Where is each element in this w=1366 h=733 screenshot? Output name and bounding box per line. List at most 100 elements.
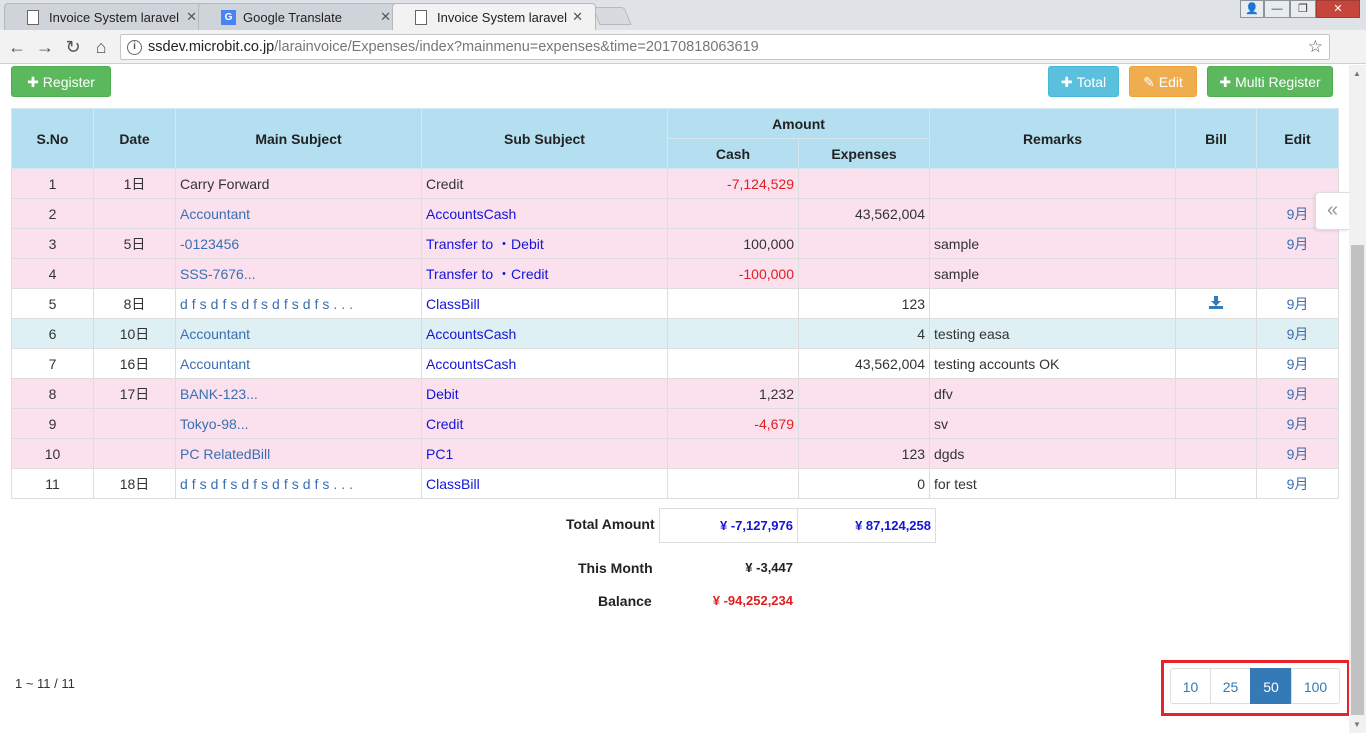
home-icon[interactable]: ⌂ [90, 36, 112, 58]
page-size-selector: 10 25 50 100 [1170, 668, 1340, 704]
forward-icon[interactable]: → [34, 36, 56, 58]
sub-subject-link[interactable]: Credit [421, 408, 668, 439]
info-icon[interactable]: i [127, 40, 142, 55]
header-sub-subject: Sub Subject [421, 108, 668, 169]
url-path: /larainvoice/Expenses/index?mainmenu=exp… [274, 39, 759, 55]
cell-cash: 1,232 [667, 378, 799, 409]
sub-subject-link[interactable]: AccountsCash [421, 348, 668, 379]
sub-subject-link[interactable]: Debit [421, 378, 668, 409]
main-subject-link[interactable]: Accountant [175, 198, 422, 229]
download-icon[interactable] [1209, 295, 1224, 309]
edit-month-link[interactable]: 9月 [1256, 408, 1340, 439]
new-tab-button[interactable] [592, 7, 632, 25]
scroll-up-icon[interactable]: ▲ [1353, 69, 1361, 78]
scroll-down-icon[interactable]: ▼ [1353, 720, 1361, 729]
total-button[interactable]: ✚ Total [1048, 66, 1119, 97]
sub-subject-link[interactable]: PC1 [421, 438, 668, 469]
cell-date: 18日 [93, 468, 176, 499]
main-subject-link[interactable]: dfsdfsdfsdfsdfs... [175, 288, 422, 319]
collapse-sidebar-button[interactable]: « [1315, 192, 1349, 230]
scrollbar-thumb[interactable] [1351, 245, 1364, 715]
edit-month-link[interactable]: 9月 [1256, 318, 1340, 349]
header-cash: Cash [667, 138, 799, 169]
cell-bill [1175, 438, 1258, 469]
main-subject-link[interactable]: dfsdfsdfsdfsdfs... [175, 468, 422, 499]
table-row: 5 8日 dfsdfsdfsdfsdfs... ClassBill 123 9月 [11, 288, 1340, 319]
edit-month-link[interactable]: 9月 [1256, 348, 1340, 379]
cell-date: 16日 [93, 348, 176, 379]
cell-expenses: 43,562,004 [797, 198, 931, 229]
edit-button[interactable]: ✎ Edit [1129, 66, 1197, 97]
cell-bill [1175, 468, 1258, 499]
edit-month-link[interactable]: 9月 [1256, 288, 1340, 319]
header-amount: Amount [666, 108, 931, 139]
cell-cash [667, 288, 799, 319]
header-sno: S.No [11, 108, 94, 169]
restore-icon[interactable]: ❐ [1290, 0, 1316, 18]
cell-bill [1175, 378, 1258, 409]
url-input[interactable]: i ssdev.microbit.co.jp/larainvoice/Expen… [120, 34, 1330, 60]
table-row: 2 Accountant AccountsCash 43,562,004 9月 [11, 198, 1340, 229]
cell-expenses: 0 [797, 468, 931, 499]
close-tab-icon[interactable]: ✕ [186, 9, 197, 25]
table-row: 1 1日 Carry Forward Credit -7,124,529 [11, 168, 1340, 199]
sub-subject-link[interactable]: Transfer to ・Debit [421, 228, 668, 259]
edit-month-link[interactable]: 9月 [1256, 378, 1340, 409]
register-button[interactable]: ✚ Register [11, 66, 111, 97]
main-subject-link[interactable]: Accountant [175, 348, 422, 379]
main-subject-link[interactable]: -0123456 [175, 228, 422, 259]
cell-expenses: 123 [797, 288, 931, 319]
sub-subject-link[interactable]: Transfer to ・Credit [421, 258, 668, 289]
browser-tab-3[interactable]: Invoice System laravel ✕ [392, 3, 596, 30]
browser-tab-2[interactable]: G Google Translate ✕ [198, 3, 404, 30]
reload-icon[interactable]: ↻ [62, 36, 84, 58]
close-tab-icon[interactable]: ✕ [572, 9, 583, 25]
page-size-50[interactable]: 50 [1250, 668, 1292, 704]
total-cash-value: ¥ -7,127,976 [659, 508, 798, 543]
multi-register-button[interactable]: ✚ Multi Register [1207, 66, 1333, 97]
cell-date [93, 438, 176, 469]
header-date: Date [93, 108, 176, 169]
page-size-10[interactable]: 10 [1170, 668, 1211, 704]
double-chevron-left-icon: « [1326, 199, 1339, 221]
cell-cash: 100,000 [667, 228, 799, 259]
page-size-25[interactable]: 25 [1210, 668, 1251, 704]
cell-cash: -4,679 [667, 408, 799, 439]
main-subject-link[interactable]: Tokyo-98... [175, 408, 422, 439]
close-tab-icon[interactable]: ✕ [380, 9, 391, 25]
sub-subject-link[interactable]: AccountsCash [421, 198, 668, 229]
sub-subject-link[interactable]: ClassBill [421, 288, 668, 319]
cell-bill [1175, 288, 1258, 319]
window-controls: 👤 — ❐ ✕ [1240, 0, 1360, 18]
main-subject-link[interactable]: Accountant [175, 318, 422, 349]
back-icon[interactable]: ← [6, 36, 28, 58]
edit-month-link[interactable]: 9月 [1256, 228, 1340, 259]
browser-tab-title: Invoice System laravel [437, 10, 568, 25]
sub-subject-link[interactable]: ClassBill [421, 468, 668, 499]
cell-date [93, 198, 176, 229]
cell-sno: 9 [11, 408, 94, 439]
cell-sno: 2 [11, 198, 94, 229]
main-subject-link[interactable]: SSS-7676... [175, 258, 422, 289]
close-window-icon[interactable]: ✕ [1316, 0, 1360, 18]
cell-remarks: sv [929, 408, 1177, 439]
cell-bill [1175, 318, 1258, 349]
cell-remarks: dfv [929, 378, 1177, 409]
cell-remarks: testing easa [929, 318, 1177, 349]
edit-month-link[interactable]: 9月 [1256, 438, 1340, 469]
minimize-icon[interactable]: — [1264, 0, 1290, 18]
bookmark-star-icon[interactable]: ☆ [1308, 37, 1323, 57]
cell-expenses: 43,562,004 [797, 348, 931, 379]
cell-sno: 5 [11, 288, 94, 319]
main-subject-link[interactable]: PC RelatedBill [175, 438, 422, 469]
edit-month-link[interactable]: 9月 [1256, 468, 1340, 499]
user-icon[interactable]: 👤 [1240, 0, 1264, 18]
cell-sno: 4 [11, 258, 94, 289]
browser-tab-title: Google Translate [243, 10, 343, 25]
sub-subject-link[interactable]: AccountsCash [421, 318, 668, 349]
page-size-100[interactable]: 100 [1291, 668, 1340, 704]
vertical-scrollbar[interactable]: ▲ ▼ [1349, 65, 1366, 733]
edit-label: Edit [1158, 74, 1183, 90]
browser-tab-1[interactable]: Invoice System laravel ✕ [4, 3, 210, 30]
main-subject-link[interactable]: BANK-123... [175, 378, 422, 409]
